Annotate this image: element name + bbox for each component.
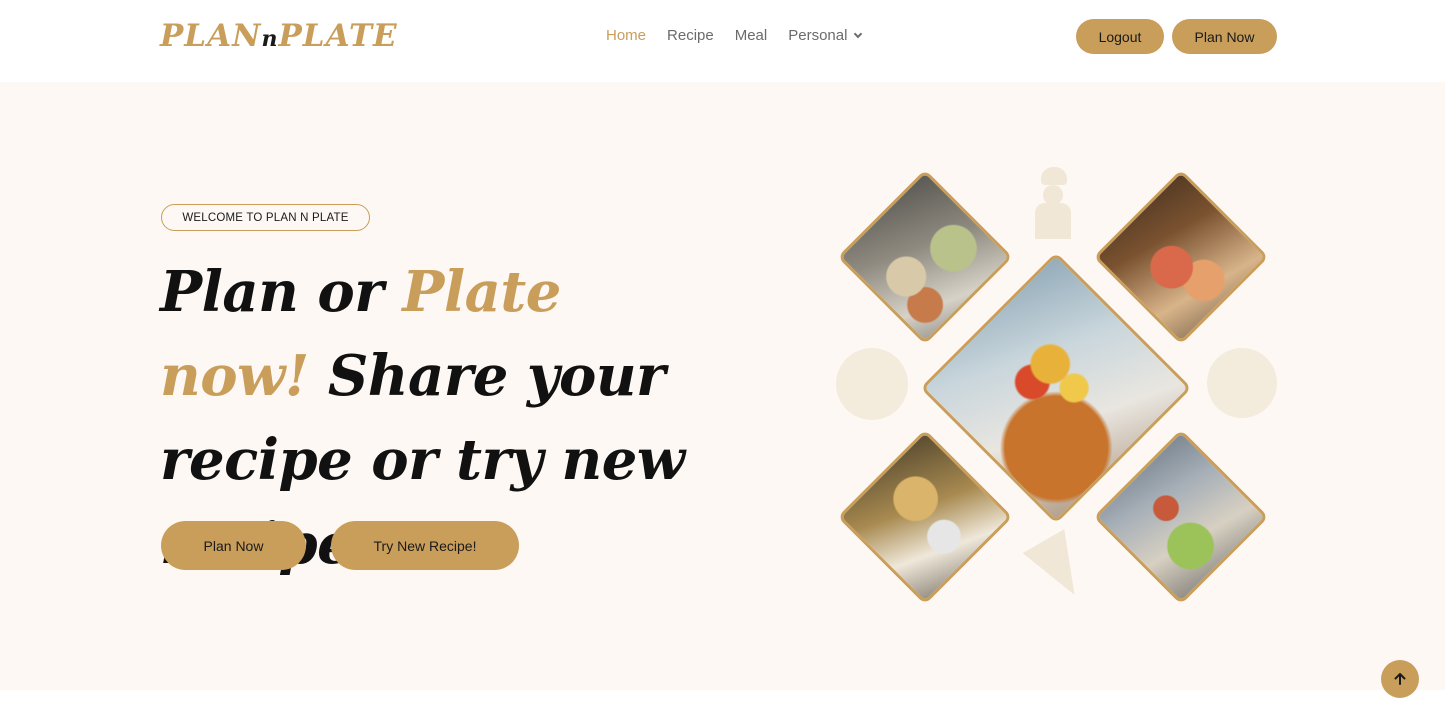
headline-part-now: now!	[160, 343, 309, 409]
nav-home[interactable]: Home	[606, 26, 646, 46]
headline-part-plate: Plate	[402, 259, 561, 325]
back-to-top-button[interactable]	[1381, 660, 1419, 698]
chef-icon	[1033, 167, 1081, 239]
arrow-up-icon	[1394, 673, 1406, 685]
pizza-right-icon	[1207, 348, 1277, 418]
pizza-slice-icon	[1022, 529, 1096, 607]
logout-button[interactable]: Logout	[1076, 19, 1164, 54]
site-logo[interactable]: PLANnPLATE	[160, 16, 398, 59]
welcome-badge: WELCOME TO PLAN N PLATE	[161, 204, 370, 231]
try-new-recipe-button[interactable]: Try New Recipe!	[331, 521, 519, 570]
nav-personal-dropdown[interactable]: Personal	[788, 26, 863, 46]
food-image-bottom-left	[837, 429, 1013, 605]
pizza-left-icon	[836, 348, 908, 420]
chevron-down-icon	[854, 29, 863, 39]
nav-personal-label: Personal	[788, 27, 848, 44]
hero-plan-now-button[interactable]: Plan Now	[161, 521, 306, 570]
food-image-top-left	[837, 169, 1013, 345]
site-header: PLANnPLATE Home Recipe Meal Personal Log…	[0, 0, 1445, 82]
food-image-collage	[830, 162, 1290, 622]
main-nav: Home Recipe Meal Personal	[606, 26, 863, 46]
logo-text-n: n	[261, 26, 279, 52]
nav-recipe[interactable]: Recipe	[667, 26, 714, 46]
header-plan-now-button[interactable]: Plan Now	[1172, 19, 1277, 54]
nav-meal[interactable]: Meal	[735, 26, 768, 46]
logo-text-plan: PLAN	[160, 18, 262, 54]
headline-part-plan: Plan or	[160, 259, 403, 325]
hero-section: WELCOME TO PLAN N PLATE Plan or Plate no…	[0, 82, 1445, 690]
logo-text-plate: PLATE	[278, 18, 398, 54]
